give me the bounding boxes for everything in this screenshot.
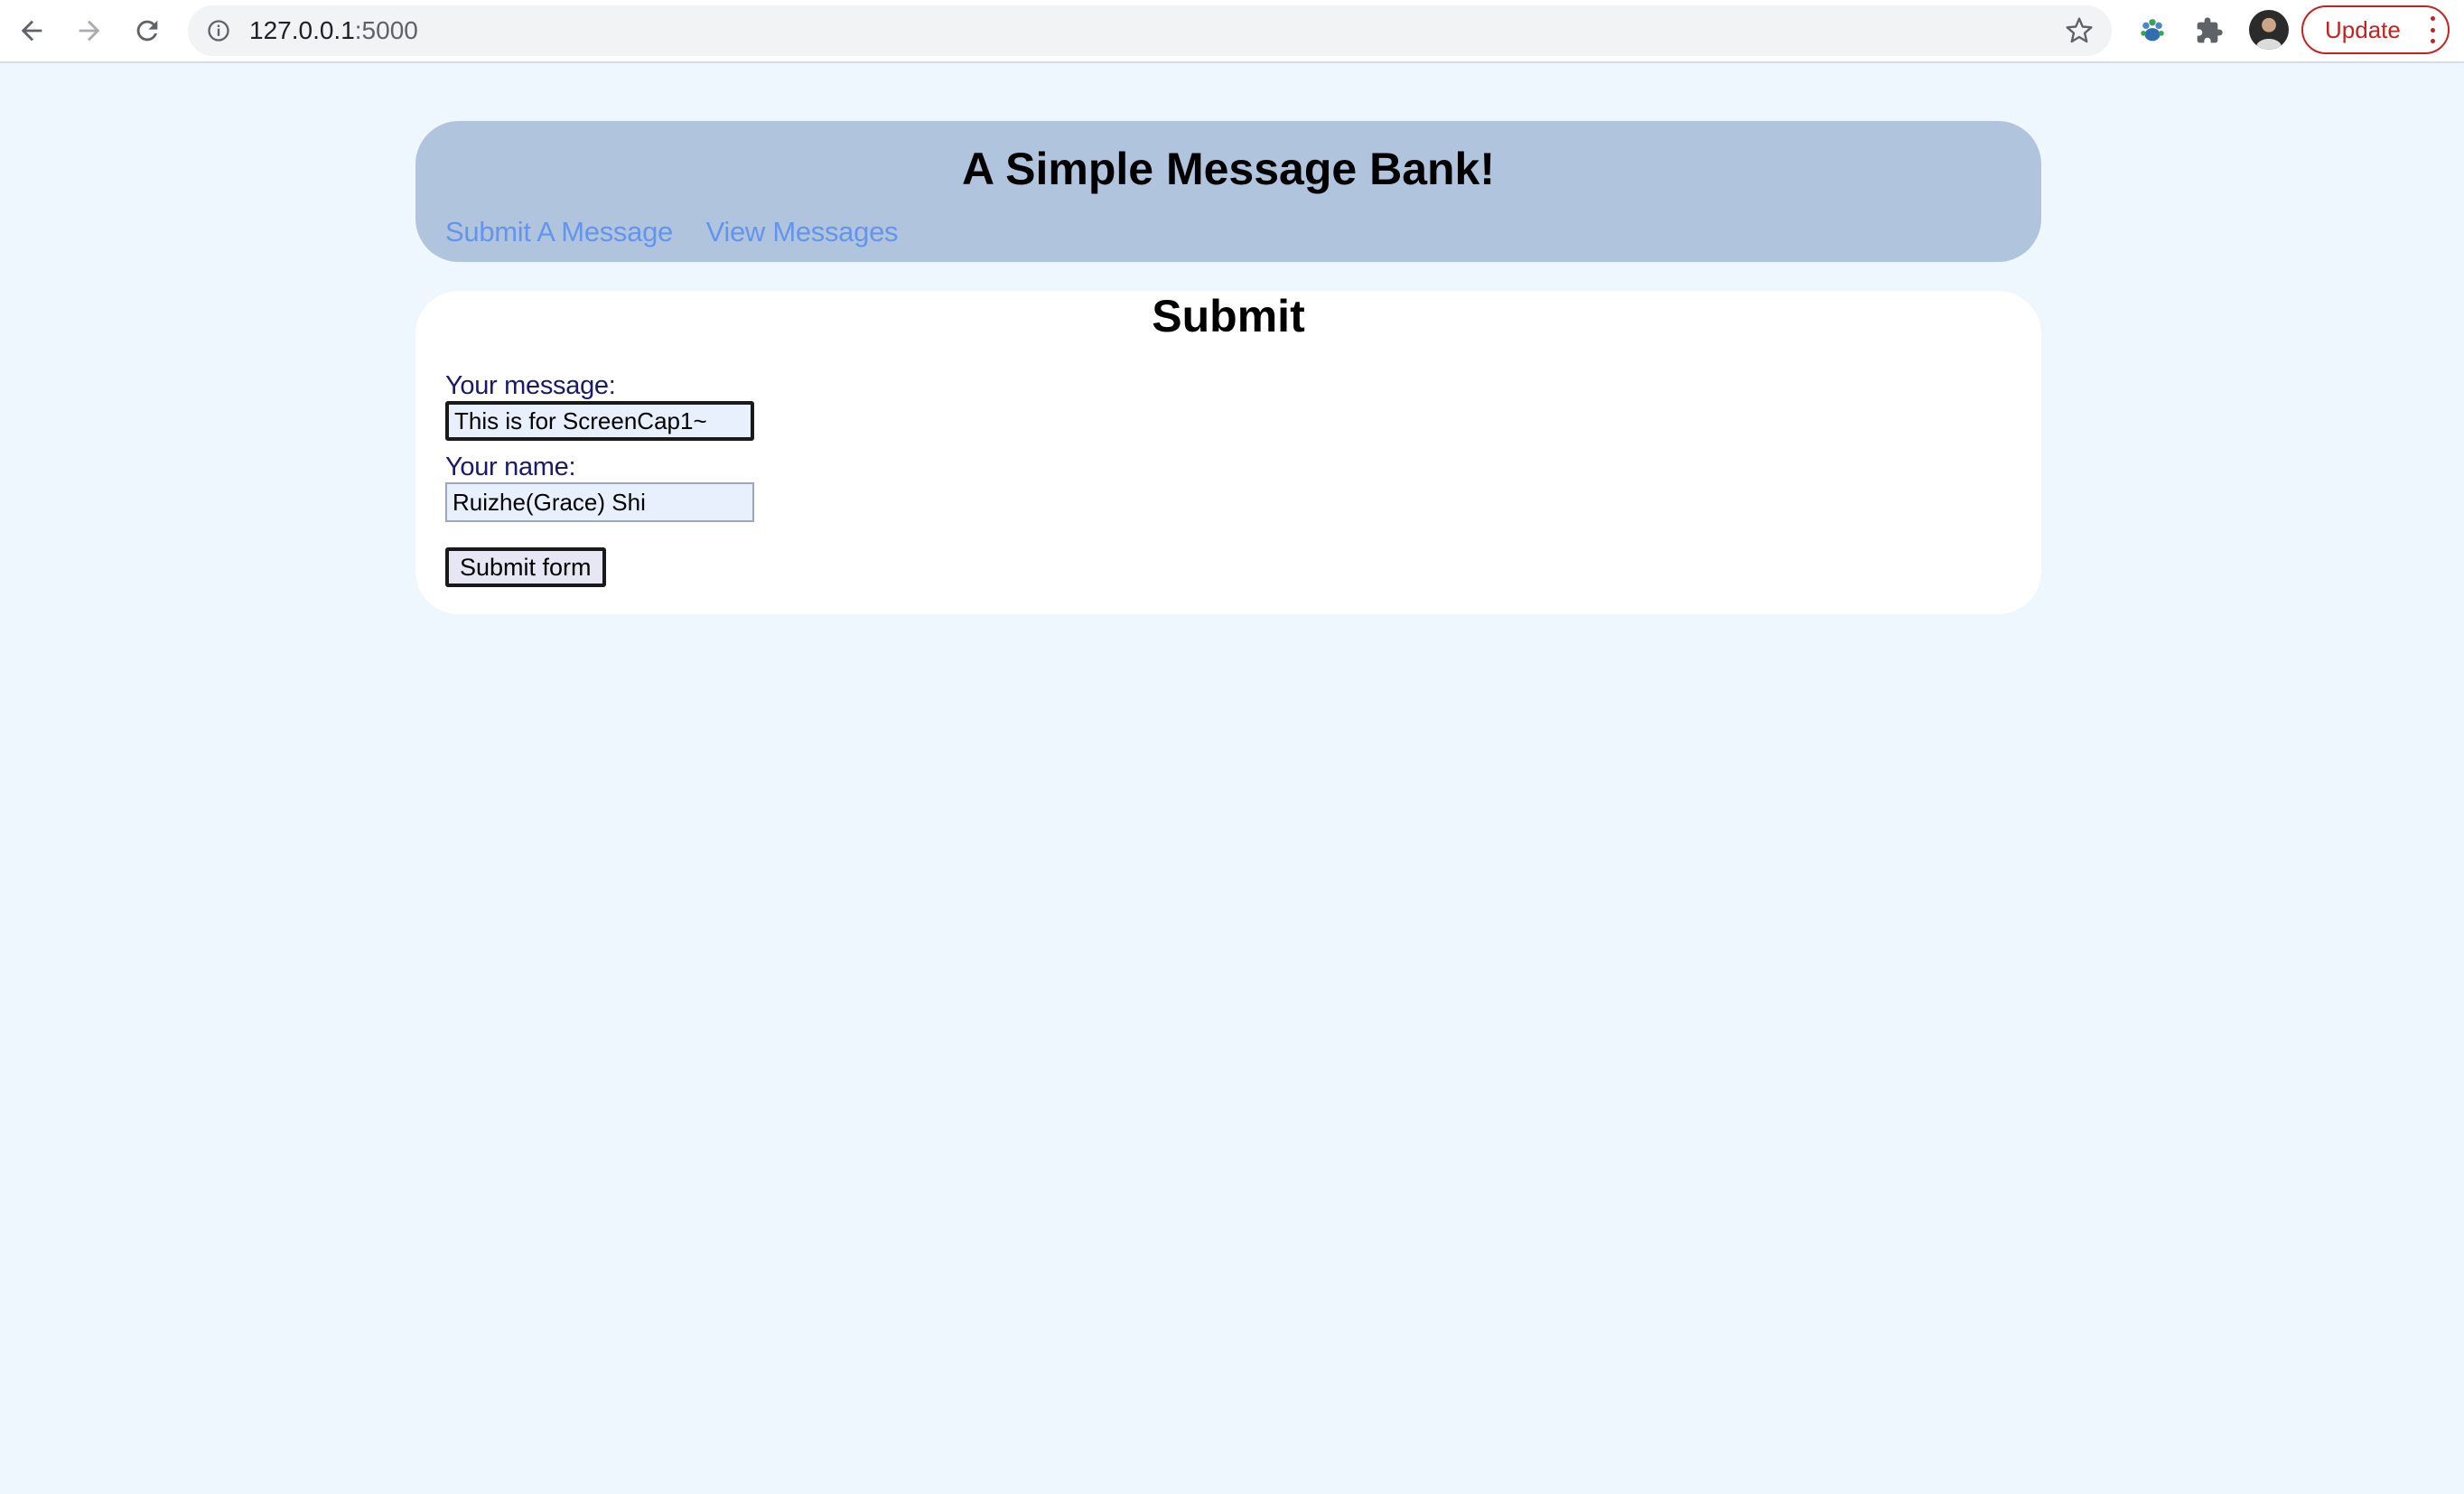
name-label: Your name:	[445, 453, 576, 481]
arrow-left-icon	[21, 20, 42, 42]
nav-link-submit-message[interactable]: Submit A Message	[445, 216, 673, 247]
section-heading: Submit	[1152, 291, 1305, 341]
site-nav: Submit A Message View Messages	[445, 215, 923, 248]
bookmark-star-icon[interactable]	[2065, 16, 2094, 45]
browser-toolbar: 127.0.0.1:5000 Update	[0, 0, 2464, 63]
site-title: A Simple Message Bank!	[961, 144, 1495, 194]
nav-link-view-messages[interactable]: View Messages	[706, 216, 899, 247]
back-button[interactable]	[11, 10, 52, 51]
reload-icon	[136, 20, 158, 42]
update-label: Update	[2325, 15, 2401, 43]
update-button[interactable]: Update	[2301, 5, 2450, 54]
reload-button[interactable]	[126, 10, 168, 51]
profile-avatar[interactable]	[2249, 10, 2289, 50]
info-icon[interactable]	[206, 18, 231, 43]
submit-form-button[interactable]: Submit form	[445, 547, 606, 587]
name-input[interactable]	[445, 482, 754, 522]
address-bar[interactable]: 127.0.0.1:5000	[188, 5, 2112, 56]
message-input[interactable]	[445, 401, 754, 441]
url-port: :5000	[354, 16, 418, 44]
site-header: A Simple Message Bank! Submit A Message …	[415, 121, 2041, 262]
url-text: 127.0.0.1:5000	[249, 5, 418, 56]
submit-form: Your message: Your name: Submit form	[445, 370, 754, 587]
extensions-puzzle-icon[interactable]	[2189, 11, 2229, 51]
forward-button[interactable]	[69, 10, 110, 51]
url-host: 127.0.0.1	[249, 16, 355, 44]
arrow-right-icon	[79, 20, 100, 42]
extension-paw-icon[interactable]	[2133, 11, 2172, 51]
more-vert-icon	[2430, 16, 2435, 43]
message-label: Your message:	[445, 371, 616, 400]
submit-card: Submit Your message: Your name: Submit f…	[415, 291, 2041, 614]
